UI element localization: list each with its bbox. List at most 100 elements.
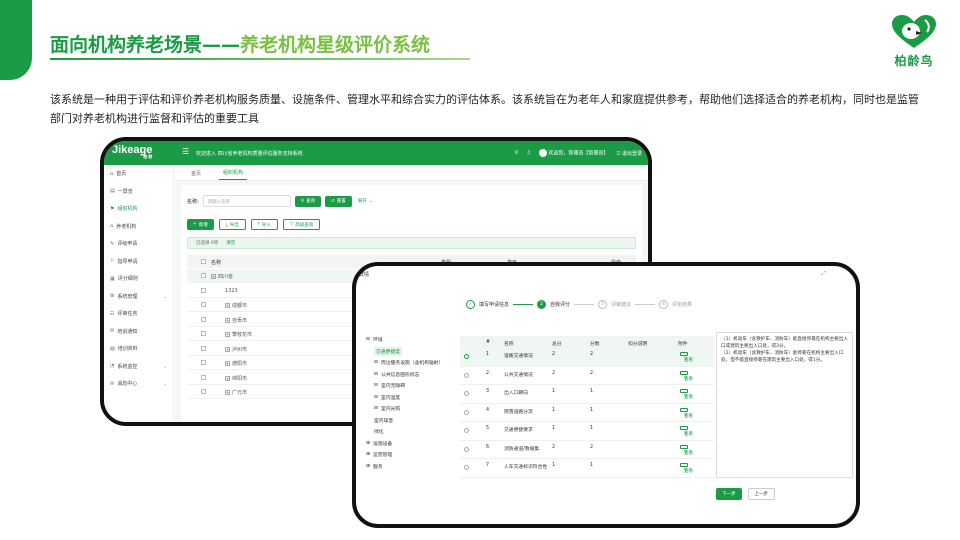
row-radio[interactable] [464,465,469,470]
tree-node[interactable]: ⊟ 公共信息图形标志 [366,369,456,381]
view-attachment-button[interactable]: ⚲ 查看 [680,389,693,400]
row-checkbox[interactable] [201,374,206,380]
cell-idx: 1 [486,352,490,357]
progress-steps: ✓ 填写申请信息 2 自我评分 3 评审建议 4 评定结果 [466,300,692,309]
export-button[interactable]: ⤓ 导出 [218,219,246,230]
name-search-input[interactable]: 请输入名称 [202,195,291,207]
tree-node[interactable]: ⊟ 环境 [366,334,456,346]
expand-icon[interactable]: + [225,317,230,323]
query-button[interactable]: ⚲ 查询 [294,195,321,207]
column-header: 扣分说明 [628,342,648,347]
view-attachment-button[interactable]: ⚲ 查看 [680,444,693,456]
tree-node[interactable]: ⊟ 周边服务设施（含机构辐射） [366,357,456,369]
import-button[interactable]: ⤒ 导入 [250,219,278,230]
tree-toggle-icon[interactable]: ⊟ [374,406,378,411]
tree-toggle-icon[interactable]: ⊞ [366,441,370,446]
sidebar-item[interactable]: ◔ 系统监控 ⌄ [104,358,173,376]
sidebar-item[interactable]: ☷ 评审任务 [104,305,173,323]
row-radio[interactable] [464,372,469,378]
sidebar-item[interactable]: ⚙ 系统管理 ⌄ [104,288,173,306]
row-radio[interactable] [464,409,469,415]
tree-toggle-icon[interactable]: ⊞ [366,464,370,469]
tree-toggle-icon[interactable]: ⊟ [374,395,378,400]
sidebar-item[interactable]: ▦ 评分细则 [104,270,173,288]
expand-link[interactable]: 展开 ⌄ [356,196,375,207]
tree-node-label: 绿化 [374,430,384,436]
tree-node[interactable]: ⊞ 设施设备 [366,438,456,450]
row-checkbox[interactable] [201,287,206,293]
table-row[interactable]: 7 人车交通标识符合性 1 1 ⚲ 查看 [460,459,714,478]
view-attachment-button[interactable]: ⚲ 查看 [680,352,693,363]
bell-icon[interactable]: ♫ [526,150,530,156]
view-attachment-button[interactable]: ⚲ 查看 [680,426,693,437]
tree-node[interactable]: ⊞ 服务 [366,461,456,473]
expand-icon[interactable]: + [225,390,230,395]
table-row[interactable]: 4 院落道路分流 1 1 ⚲ 查看 [460,404,714,422]
add-button[interactable]: + 新增 [187,219,214,230]
tree-toggle-icon[interactable]: ⊟ [374,383,378,388]
cell-total: 1 [552,426,556,431]
table-row[interactable]: 1 道路交通情况 2 2 ⚲ 查看 [460,348,714,367]
tree-toggle-icon[interactable]: ⊟ [366,337,370,342]
row-checkbox[interactable] [201,273,206,278]
sidebar-item[interactable]: ⌂ 首页 [104,165,173,183]
next-step-button[interactable]: 下一步 [716,488,742,500]
search-icon[interactable]: ⚲ [515,150,519,156]
row-radio[interactable] [464,354,469,359]
row-checkbox[interactable] [201,302,206,307]
select-all-checkbox[interactable] [201,259,206,264]
page-tab[interactable]: 首页 [187,170,205,180]
expand-icon[interactable]: + [225,303,230,308]
table-row[interactable]: 5 交通便捷要求 1 1 ⚲ 查看 [460,422,714,441]
table-row[interactable]: 6 消防通道/救援集 2 2 ⚲ 查看 [460,441,714,459]
row-radio[interactable] [464,446,469,452]
row-radio[interactable] [464,391,469,396]
row-checkbox[interactable] [201,389,206,394]
sidebar-item[interactable]: ⌂ 养老机构 [104,218,173,236]
row-checkbox[interactable] [201,331,206,336]
expand-icon[interactable]: + [225,361,230,366]
expand-icon[interactable]: + [225,346,230,352]
view-attachment-button[interactable]: ⚲ 查看 [680,463,693,474]
sidebar-item[interactable]: ⚑ 组织机构 [104,200,173,218]
sidebar-item-icon: ✎ [110,240,115,247]
user-menu[interactable]: 欢迎您，管理员【管理员】 [538,149,608,157]
menu-toggle-icon[interactable]: ☰ [182,147,189,156]
tree-node[interactable]: ⊟ 室内温度 [366,392,456,404]
sidebar-item[interactable]: ✉ 消息中心 ⌄ [104,375,173,393]
row-checkbox[interactable] [201,360,206,365]
expand-icon[interactable]: + [225,332,230,337]
fullscreen-icon[interactable]: ⤢ [821,270,826,278]
advanced-query-button[interactable]: ▽ 高级查询 [282,219,321,230]
sidebar-item-label: 评分细则 [117,276,138,283]
row-radio[interactable] [464,428,469,433]
table-row[interactable]: 2 公共交通情况 2 2 ⚲ 查看 [460,367,714,385]
expand-icon[interactable]: + [225,375,230,381]
row-checkbox[interactable] [201,316,206,322]
cell-total: 2 [552,444,556,450]
tree-node[interactable]: 交通便捷度 [366,346,456,358]
tree-node[interactable]: 室内噪音 [366,415,456,427]
tree-node[interactable]: ⊞ 运营管理 [366,449,456,461]
sidebar-item[interactable]: ▧ 培训资料 [104,340,173,358]
prev-step-button[interactable]: 上一步 [747,488,775,500]
page-tab[interactable]: 组织机构 [219,169,248,180]
sidebar-item[interactable]: ✉ 培训通知 [104,323,173,341]
sidebar-item[interactable]: ▤ 一屏览 [104,183,173,201]
view-attachment-button[interactable]: ⚲ 查看 [680,370,693,382]
table-row[interactable]: 3 出入口朝向 1 1 ⚲ 查看 [460,385,714,404]
tree-node[interactable]: ⊟ 室内光照 [366,403,456,415]
sidebar-item[interactable]: ✎ 评级申请 [104,235,173,253]
tree-toggle-icon[interactable]: ⊟ [374,360,378,365]
clear-selection-link[interactable]: 清空 [226,240,235,246]
expand-icon[interactable]: + [211,274,216,279]
reset-button[interactable]: ↺ 重置 [324,195,352,207]
logout-link[interactable]: ⎋ 退出登录 [616,150,642,157]
row-checkbox[interactable] [201,345,206,351]
tree-toggle-icon[interactable]: ⊞ [366,452,370,457]
tree-node[interactable]: ⊟ 室内无障碍 [366,380,456,392]
tree-node[interactable]: 绿化 [366,426,456,438]
view-attachment-button[interactable]: ⚲ 查看 [680,407,693,419]
tree-toggle-icon[interactable]: ⊟ [374,372,378,377]
sidebar-item[interactable]: ⚐ 指导申请 [104,253,173,271]
